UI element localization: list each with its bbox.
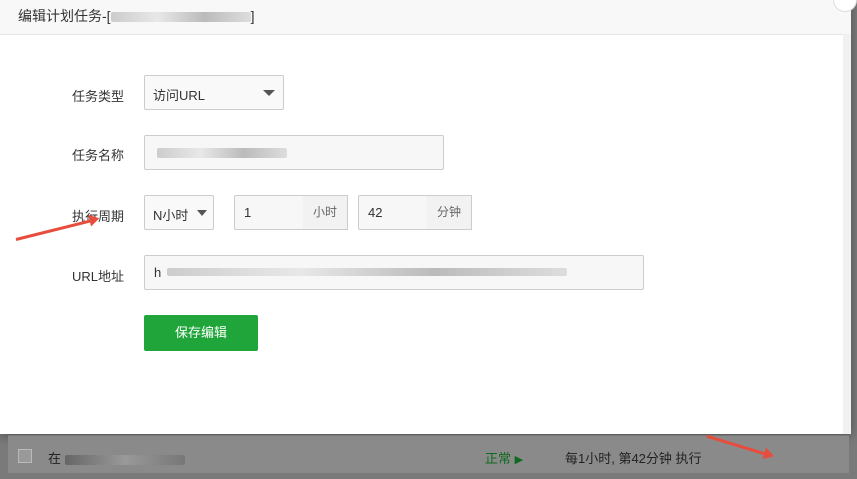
cycle-type-select[interactable]: N小时 — [144, 195, 214, 230]
minute-unit: 分钟 — [427, 195, 472, 230]
hour-input[interactable]: 1 — [234, 195, 304, 230]
redacted-task-name — [110, 12, 251, 23]
redacted-task-name-value — [157, 148, 287, 158]
row-task-name: 在 — [48, 448, 185, 467]
row-name-prefix: 在 — [48, 451, 62, 466]
task-type-select[interactable]: 访问URL — [144, 75, 284, 110]
save-button[interactable]: 保存编辑 — [144, 315, 258, 351]
redacted-url — [167, 268, 567, 276]
row-cycle-text: 每1小时, 第42分钟 执行 — [565, 451, 702, 466]
edit-task-modal: 编辑计划任务-[] 任务类型 访问URL 任务名称 执行周期 N小时 1 小时 … — [0, 0, 857, 434]
modal-title-prefix: 编辑计划任务-[ — [18, 8, 111, 24]
row-status-text: 正常 — [485, 451, 512, 466]
hour-value: 1 — [244, 205, 252, 220]
modal-header: 编辑计划任务-[] — [0, 0, 857, 35]
play-triangle-icon: ▶ — [514, 454, 524, 466]
chevron-down-icon — [197, 210, 207, 216]
modal-scrollbar[interactable] — [843, 34, 851, 434]
task-type-value: 访问URL — [153, 88, 206, 103]
task-type-label: 任务类型 — [72, 89, 125, 104]
url-value-prefix: h — [154, 265, 162, 280]
hour-unit: 小时 — [303, 195, 348, 230]
url-input[interactable]: h — [144, 255, 644, 290]
modal-title-suffix: ] — [250, 8, 255, 24]
chevron-down-icon — [263, 90, 275, 96]
task-name-input[interactable] — [144, 135, 444, 170]
url-label: URL地址 — [72, 269, 125, 284]
row-checkbox[interactable] — [18, 449, 32, 463]
redacted-row-name — [64, 454, 185, 465]
task-name-label: 任务名称 — [72, 148, 125, 163]
modal-title: 编辑计划任务-[] — [18, 6, 254, 26]
cycle-type-value: N小时 — [153, 208, 189, 223]
minute-value: 42 — [368, 205, 383, 220]
status-badge: 正常 ▶ — [485, 448, 523, 467]
minute-input[interactable]: 42 — [358, 195, 428, 230]
close-icon[interactable] — [833, 0, 857, 12]
